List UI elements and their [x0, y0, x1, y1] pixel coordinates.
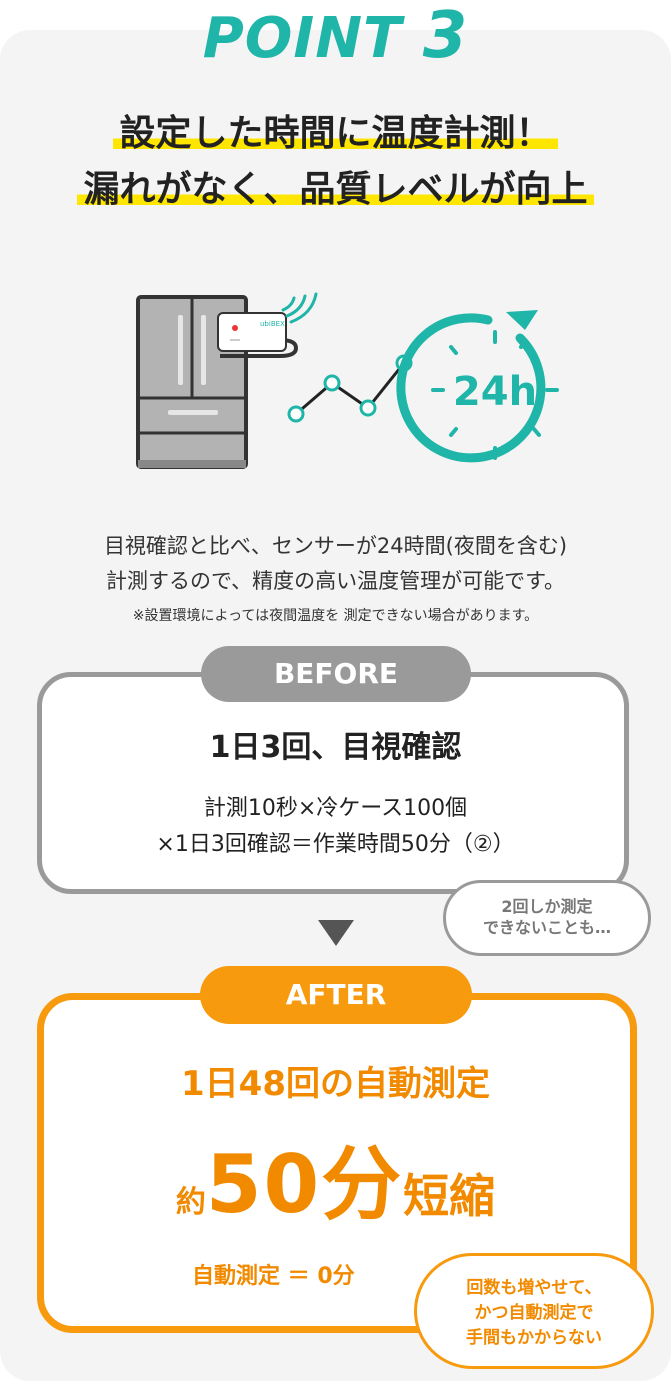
after-highlight: 約50分短縮	[0, 1120, 671, 1236]
before-bubble-line-2: できないことも…	[482, 918, 611, 937]
wireless-signal-icon	[281, 292, 318, 324]
after-bubble-line-2: かつ自動測定で	[474, 1303, 594, 1323]
description-line-1: 目視確認と比べ、センサーが24時間(夜間を含む)	[103, 534, 568, 558]
after-bubble-line-3: 手間もかからない	[466, 1328, 602, 1348]
before-bubble-line-1: 2回しか測定	[501, 897, 593, 916]
after-suffix: 短縮	[403, 1169, 496, 1223]
clock-24h-icon: 24h	[396, 310, 559, 463]
sensor-device-icon: ubiBEX	[217, 312, 299, 358]
point-label: POINT	[202, 6, 403, 71]
after-prefix: 約	[175, 1185, 206, 1220]
sensor-illustration: ubiBEX 24h	[136, 292, 559, 469]
point-number: 3	[422, 0, 469, 73]
before-speech-bubble: 2回しか測定 できないことも…	[443, 880, 651, 956]
before-detail-line-1: 計測10秒×冷ケース100個	[203, 796, 468, 821]
headline-line-1: 設定した時間に温度計測！	[0, 112, 671, 156]
down-arrow-icon	[318, 920, 354, 946]
point-heading: POINT 3	[0, 2, 671, 73]
description-line-2: 計測するので、精度の高い温度管理が可能です。	[105, 569, 566, 593]
after-speech-bubble: 回数も増やせて、 かつ自動測定で 手間もかからない	[414, 1253, 654, 1369]
after-title: 1日48回の自動測定	[181, 1064, 490, 1104]
headline-line-2: 漏れがなく、品質レベルが向上	[0, 168, 671, 212]
after-detail: 自動測定 ＝ 0分	[192, 1264, 355, 1289]
temperature-graph-icon	[287, 354, 413, 423]
before-badge: BEFORE	[201, 646, 471, 702]
after-big-number: 50分	[205, 1138, 404, 1231]
before-detail-line-2: ×1日3回確認＝作業時間50分（②）	[156, 832, 515, 857]
svg-text:ubiBEX: ubiBEX	[260, 320, 285, 328]
description-note: ※設置環境によっては夜間温度を 測定できない場合があります。	[132, 608, 539, 624]
after-badge: AFTER	[200, 966, 472, 1024]
after-bubble-line-1: 回数も増やせて、	[466, 1278, 602, 1298]
before-title: 1日3回、目視確認	[209, 730, 462, 765]
svg-text:24h: 24h	[453, 369, 537, 415]
before-card	[37, 672, 629, 894]
